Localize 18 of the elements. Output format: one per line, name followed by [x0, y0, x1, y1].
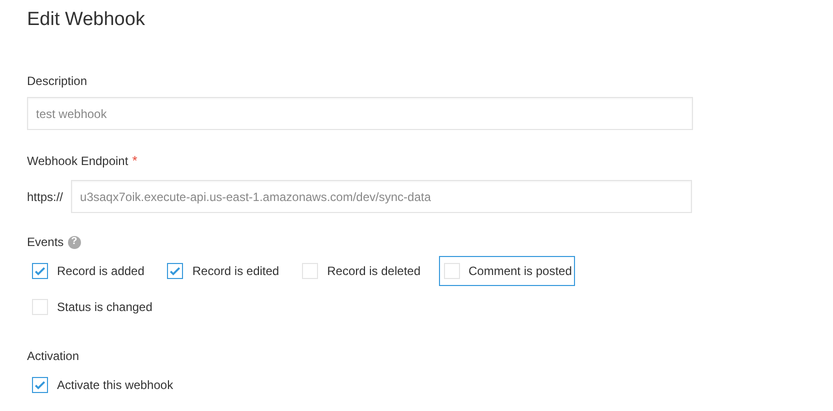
required-mark: * — [132, 153, 138, 169]
section-label: Activation — [27, 348, 80, 364]
description-field[interactable]: test webhook — [27, 97, 693, 130]
event-option[interactable]: Record is edited — [162, 256, 284, 286]
event-option[interactable]: Comment is posted — [438, 256, 575, 286]
section-label: Events — [27, 234, 64, 250]
checkbox[interactable] — [32, 263, 48, 279]
field-label: Webhook Endpoint — [27, 153, 128, 169]
url-prefix: https:// — [27, 190, 64, 204]
field-label: Description — [27, 73, 88, 89]
checkbox[interactable] — [167, 263, 184, 279]
event-option[interactable]: Status is changed — [27, 292, 158, 322]
endpoint-field[interactable]: u3saqx7oik.execute-api.us-east-1.amazonaws.com/dev/sync-data — [71, 180, 692, 213]
activation-option[interactable]: Activate this webhook — [27, 370, 178, 400]
checkbox[interactable] — [32, 377, 48, 393]
event-option[interactable]: Record is deleted — [297, 256, 426, 286]
event-option[interactable]: Record is added — [27, 256, 150, 286]
page-title: Edit Webhook — [27, 8, 146, 32]
